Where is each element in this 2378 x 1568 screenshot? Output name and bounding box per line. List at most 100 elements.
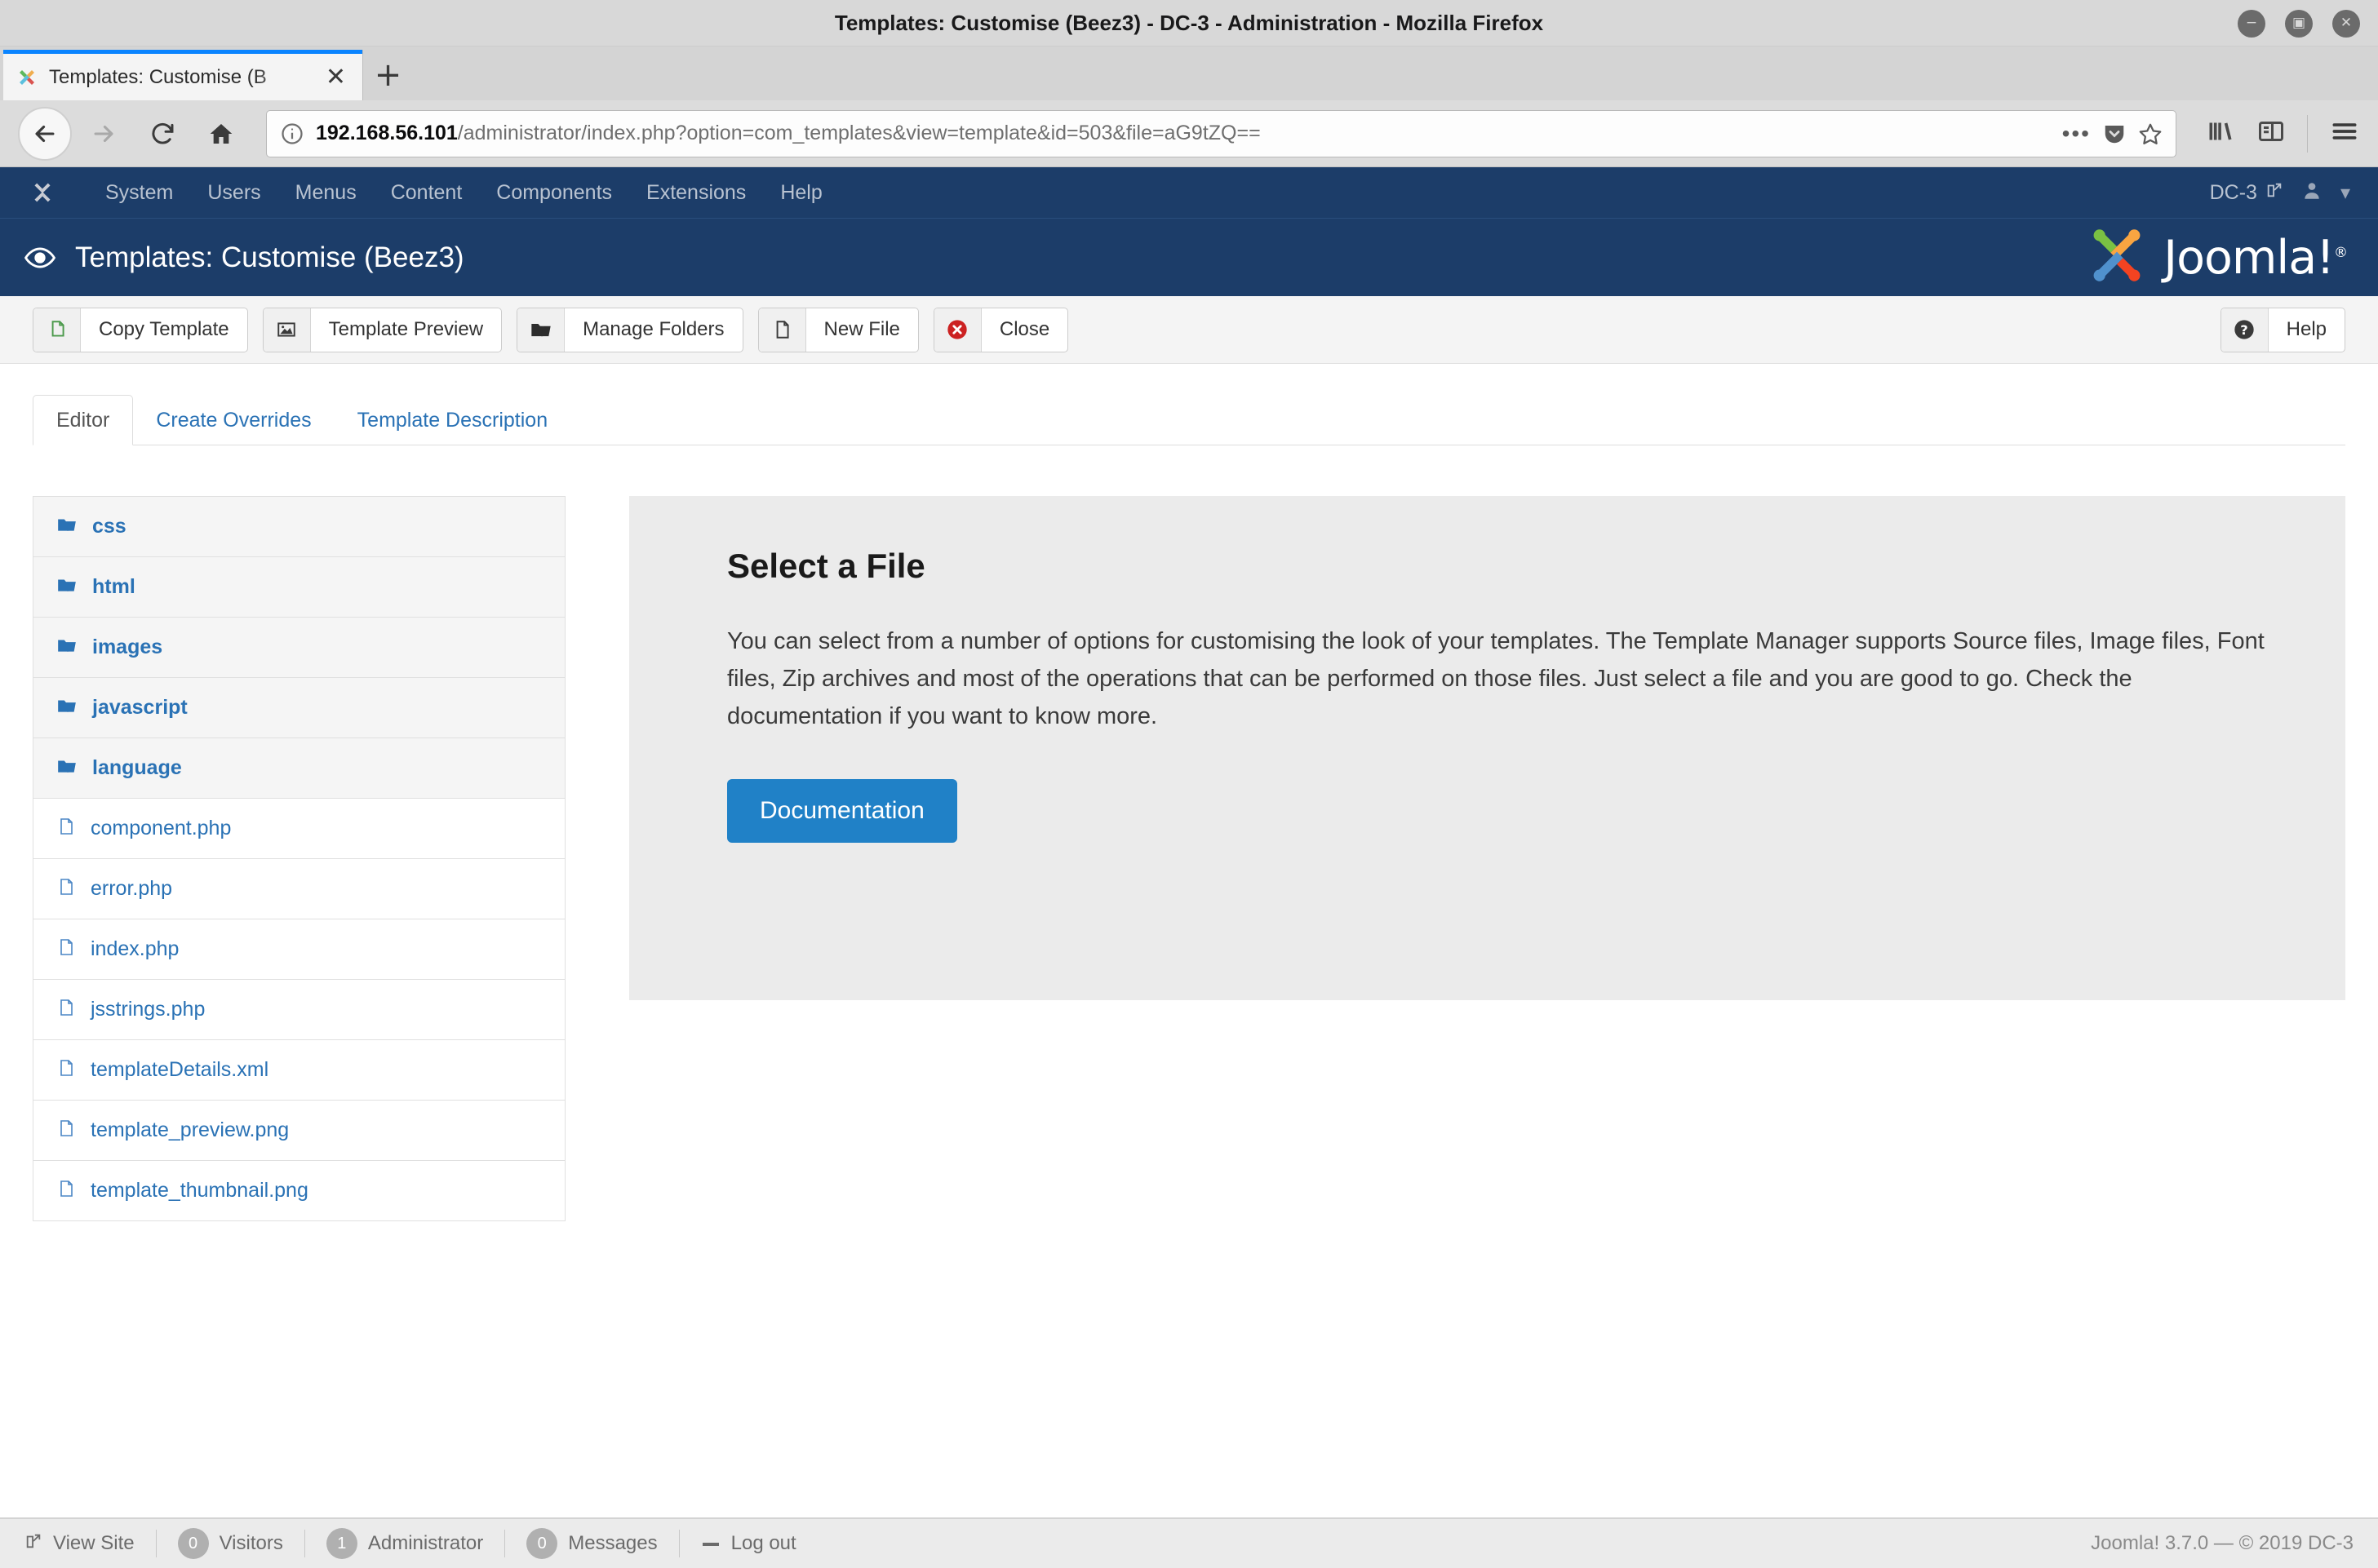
url-text[interactable]: 192.168.56.101/administrator/index.php?o… [316, 122, 2051, 145]
pocket-icon[interactable] [2102, 122, 2127, 146]
administrators-status[interactable]: 1 Administrator [326, 1528, 483, 1559]
tree-item-label: html [92, 575, 135, 598]
tree-folder-language[interactable]: language [33, 737, 566, 799]
joomla-brand-icon[interactable] [24, 179, 60, 206]
sidebar-icon[interactable] [2256, 117, 2286, 150]
minimize-button[interactable]: − [2238, 9, 2265, 38]
page-header: Templates: Customise (Beez3) Joomla!® [0, 218, 2378, 296]
toolbar-divider [2307, 114, 2308, 153]
view-site-link[interactable]: View Site [24, 1532, 135, 1556]
tree-folder-html[interactable]: html [33, 556, 566, 618]
tree-file-jsstrings-php[interactable]: jsstrings.php [33, 979, 566, 1040]
forward-button [77, 107, 131, 161]
tree-folder-css[interactable]: css [33, 496, 566, 557]
file-icon [56, 1179, 76, 1203]
url-bar[interactable]: 192.168.56.101/administrator/index.php?o… [266, 109, 2176, 157]
star-icon[interactable] [2138, 122, 2163, 146]
tree-item-label: language [92, 756, 182, 779]
file-icon [758, 308, 806, 352]
tree-item-label: css [92, 515, 126, 538]
tree-file-template-thumbnail-png[interactable]: template_thumbnail.png [33, 1160, 566, 1221]
hamburger-menu-icon[interactable] [2329, 116, 2360, 151]
documentation-button[interactable]: Documentation [727, 779, 957, 844]
admin-menu-item-help[interactable]: Help [763, 167, 839, 218]
tree-folder-images[interactable]: images [33, 617, 566, 678]
help-button[interactable]: ? Help [2220, 307, 2345, 352]
tab-template-description[interactable]: Template Description [335, 396, 570, 445]
admin-menu-item-extensions[interactable]: Extensions [629, 167, 763, 218]
tree-file-component-php[interactable]: component.php [33, 798, 566, 859]
editor-tabs: Editor Create Overrides Template Descrip… [33, 395, 2345, 445]
browser-tab-title: Templates: Customise (B [49, 65, 267, 88]
help-button-wrap: ? Help [2220, 307, 2345, 352]
tab-editor[interactable]: Editor [33, 395, 134, 445]
tree-item-label: component.php [91, 817, 232, 839]
template-preview-label: Template Preview [328, 318, 484, 340]
tree-file-error-php[interactable]: error.php [33, 858, 566, 919]
eye-icon [24, 242, 55, 273]
page-actions-icon[interactable]: ••• [2062, 121, 2091, 147]
info-icon[interactable] [280, 122, 304, 146]
url-host: 192.168.56.101 [316, 122, 458, 144]
tree-item-label: template_preview.png [91, 1118, 290, 1141]
folder-icon [56, 635, 78, 660]
footer-divider [304, 1530, 305, 1557]
file-icon [56, 1118, 76, 1142]
tab-close-icon[interactable]: ✕ [321, 64, 351, 90]
file-icon [56, 937, 76, 961]
copy-icon [33, 308, 81, 352]
window-title: Templates: Customise (Beez3) - DC-3 - Ad… [834, 10, 1544, 35]
visitors-status[interactable]: 0 Visitors [177, 1528, 283, 1559]
window-close-button[interactable]: ✕ [2332, 9, 2360, 38]
messages-label: Messages [568, 1532, 658, 1554]
content-area: Editor Create Overrides Template Descrip… [0, 395, 2378, 1221]
admin-menu-item-users[interactable]: Users [190, 167, 277, 218]
file-icon [56, 1058, 76, 1082]
visitors-label: Visitors [219, 1532, 283, 1554]
tree-file-templatedetails-xml[interactable]: templateDetails.xml [33, 1039, 566, 1101]
joomla-wordmark-text: Joomla! [2163, 230, 2335, 285]
footer-copyright: Joomla! 3.7.0 — © 2019 DC-3 [2091, 1532, 2354, 1554]
new-tab-button[interactable]: + [362, 50, 413, 100]
window-titlebar: Templates: Customise (Beez3) - DC-3 - Ad… [0, 0, 2378, 47]
template-preview-button[interactable]: Template Preview [262, 307, 503, 352]
back-button[interactable] [18, 106, 72, 161]
site-name-link[interactable]: DC-3 [2210, 181, 2283, 205]
admin-toolbar: Copy Template Template Preview Manage Fo… [0, 296, 2378, 364]
manage-folders-button[interactable]: Manage Folders [517, 307, 743, 352]
logout-link[interactable]: Log out [701, 1532, 796, 1555]
tree-item-label: error.php [91, 877, 173, 900]
select-file-description: You can select from a number of options … [727, 628, 2265, 729]
copy-template-button[interactable]: Copy Template [33, 307, 248, 352]
user-menu-caret-icon[interactable]: ▾ [2340, 181, 2350, 205]
folder-icon [56, 514, 78, 539]
select-file-panel: Select a File You can select from a numb… [629, 496, 2345, 1000]
browser-toolbar-right [2194, 114, 2360, 153]
library-icon[interactable] [2206, 117, 2235, 150]
tree-folder-javascript[interactable]: javascript [33, 677, 566, 738]
new-file-button[interactable]: New File [757, 307, 919, 352]
tree-file-template-preview-png[interactable]: template_preview.png [33, 1100, 566, 1161]
user-icon[interactable] [2301, 180, 2323, 206]
admin-menu-item-content[interactable]: Content [374, 167, 480, 218]
page-title: Templates: Customise (Beez3) [75, 241, 464, 273]
tab-create-overrides[interactable]: Create Overrides [133, 396, 334, 445]
close-circle-icon [934, 308, 982, 352]
admin-menu-item-system[interactable]: System [88, 167, 190, 218]
joomla-favicon [15, 65, 39, 90]
tree-item-label: template_thumbnail.png [91, 1179, 308, 1202]
close-button[interactable]: Close [933, 307, 1069, 352]
logout-icon [701, 1532, 721, 1555]
messages-status[interactable]: 0 Messages [526, 1528, 658, 1559]
footer-divider [155, 1530, 157, 1557]
home-button[interactable] [194, 107, 248, 161]
admin-menu-item-menus[interactable]: Menus [278, 167, 374, 218]
reload-button[interactable] [135, 107, 189, 161]
browser-tab[interactable]: Templates: Customise (B ✕ [3, 50, 362, 100]
tree-file-index-php[interactable]: index.php [33, 919, 566, 980]
folder-icon [56, 574, 78, 600]
maximize-button[interactable]: ▣ [2285, 9, 2313, 38]
admin-menu-item-components[interactable]: Components [479, 167, 629, 218]
file-icon [56, 998, 76, 1021]
footer-divider [504, 1530, 506, 1557]
